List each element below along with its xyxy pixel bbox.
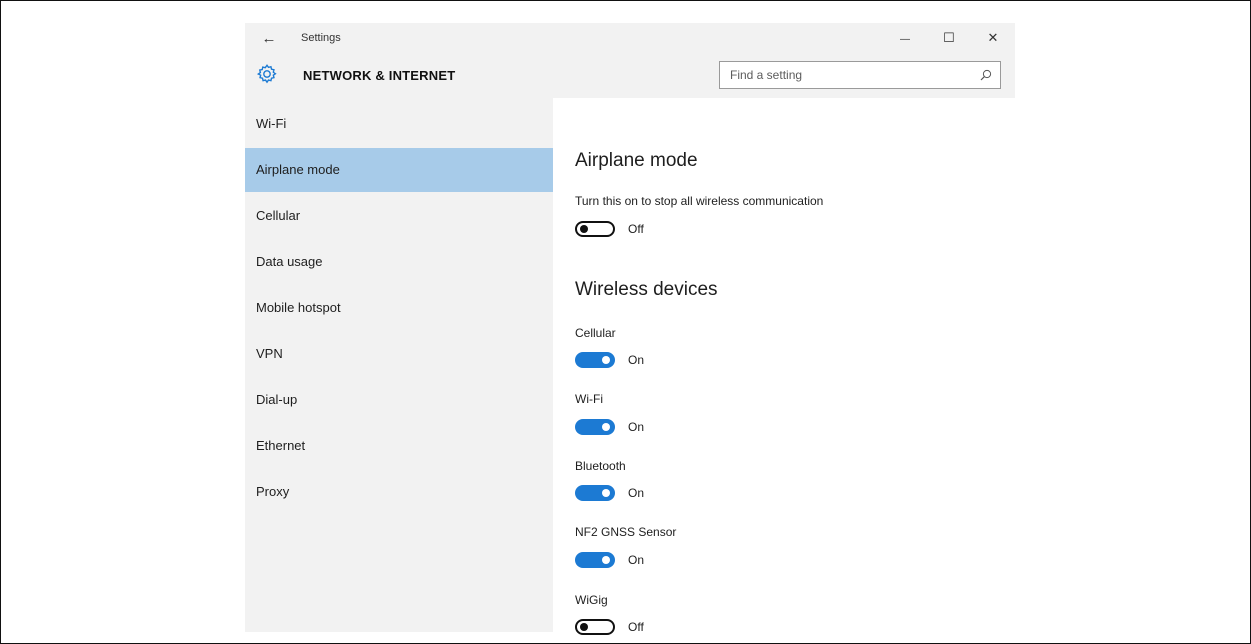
window-header: ← Settings — ☐ ✕ NETWORK & INTERNET [245, 23, 1015, 98]
sidebar-item-label: Dial-up [256, 392, 298, 407]
sidebar-item-label: Cellular [256, 208, 301, 223]
sidebar-item-airplane-mode[interactable]: Airplane mode [245, 148, 553, 192]
wifi-label: Wi-Fi [575, 392, 603, 406]
wireless-devices-heading: Wireless devices [575, 279, 718, 300]
toggle-switch[interactable] [575, 221, 615, 237]
window-title: Settings [301, 32, 341, 44]
close-button[interactable]: ✕ [971, 25, 1015, 51]
sidebar-item-ethernet[interactable]: Ethernet [245, 424, 553, 468]
sidebar-item-wifi[interactable]: Wi-Fi [245, 102, 553, 146]
gear-icon [256, 64, 277, 84]
toggle-switch[interactable] [575, 552, 615, 568]
maximize-icon: ☐ [943, 30, 955, 45]
sidebar-item-data-usage[interactable]: Data usage [245, 240, 553, 284]
toggle-state-label: On [628, 353, 645, 367]
toggle-knob [602, 556, 610, 564]
toggle-switch[interactable] [575, 419, 615, 435]
sidebar-item-cellular[interactable]: Cellular [245, 194, 553, 238]
back-arrow-icon: ← [261, 30, 277, 47]
toggle-knob [602, 356, 610, 364]
main-content: Airplane mode Turn this on to stop all w… [553, 98, 1015, 635]
toggle-knob [580, 225, 588, 233]
search-input[interactable] [720, 62, 970, 88]
close-icon: ✕ [987, 30, 999, 45]
minimize-icon: — [900, 34, 910, 45]
airplane-mode-heading: Airplane mode [575, 150, 698, 171]
sidebar-item-mobile-hotspot[interactable]: Mobile hotspot [245, 286, 553, 330]
sidebar: Wi-Fi Airplane mode Cellular Data usage … [245, 98, 553, 632]
sidebar-item-label: Wi-Fi [256, 116, 287, 131]
sidebar-item-dial-up[interactable]: Dial-up [245, 378, 553, 422]
toggle-state-label: Off [628, 620, 644, 634]
gnss-sensor-label: NF2 GNSS Sensor [575, 525, 677, 539]
toggle-state-label: Off [628, 222, 644, 236]
airplane-mode-description: Turn this on to stop all wireless commun… [575, 194, 824, 208]
sidebar-item-label: Ethernet [256, 438, 306, 453]
maximize-button[interactable]: ☐ [927, 25, 971, 51]
toggle-switch[interactable] [575, 619, 615, 635]
sidebar-item-label: Data usage [256, 254, 323, 269]
sidebar-item-label: Airplane mode [256, 162, 340, 177]
toggle-state-label: On [628, 486, 645, 500]
back-button[interactable]: ← [257, 27, 281, 51]
sidebar-item-proxy[interactable]: Proxy [245, 470, 553, 514]
minimize-button[interactable]: — [883, 25, 927, 51]
bluetooth-label: Bluetooth [575, 459, 626, 473]
settings-window: ← Settings — ☐ ✕ NETWORK & INTERNET Find… [245, 23, 1015, 635]
toggle-knob [580, 623, 588, 631]
sidebar-item-label: Proxy [256, 484, 290, 499]
section-title: NETWORK & INTERNET [303, 68, 456, 83]
cellular-label: Cellular [575, 326, 616, 340]
toggle-state-label: On [628, 420, 645, 434]
sidebar-item-label: Mobile hotspot [256, 300, 341, 315]
search-icon[interactable] [980, 69, 992, 81]
toggle-state-label: On [628, 553, 645, 567]
toggle-knob [602, 489, 610, 497]
wigig-label: WiGig [575, 593, 608, 607]
sidebar-item-label: VPN [256, 346, 283, 361]
toggle-switch[interactable] [575, 352, 615, 368]
toggle-knob [602, 423, 610, 431]
search-box[interactable] [719, 61, 1001, 89]
sidebar-item-vpn[interactable]: VPN [245, 332, 553, 376]
toggle-switch[interactable] [575, 485, 615, 501]
